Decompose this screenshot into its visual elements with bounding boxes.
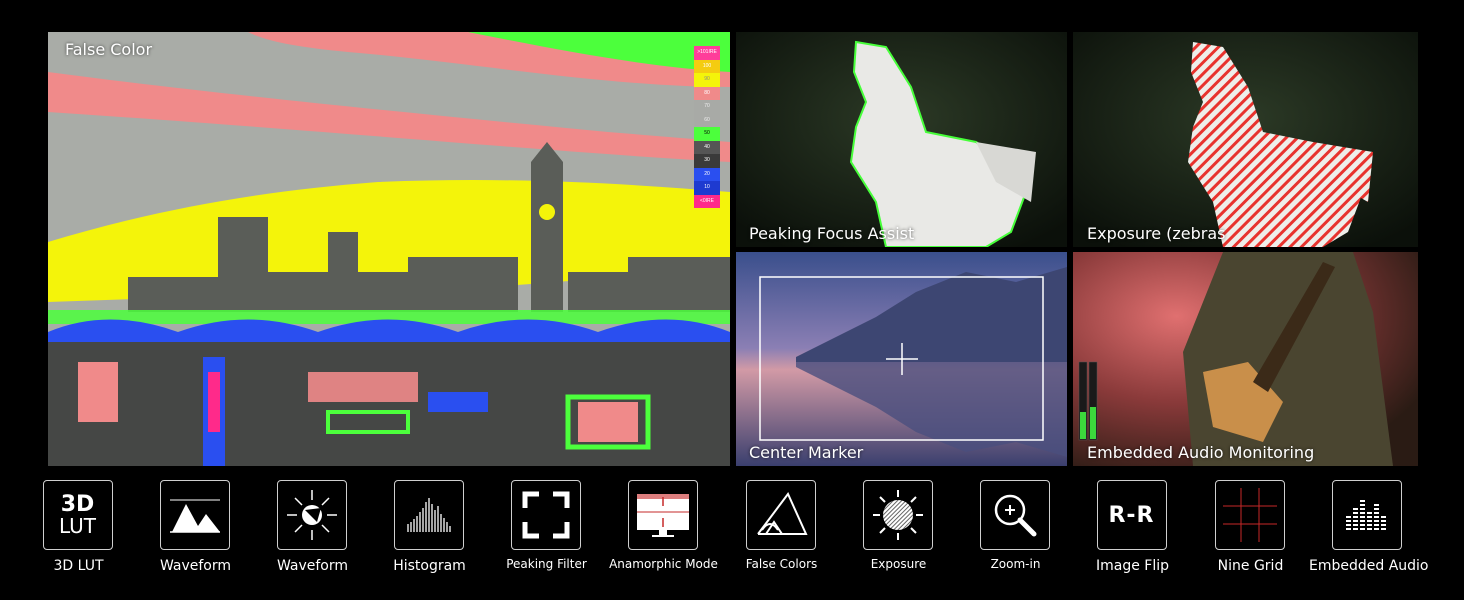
scale-step: 30 [694, 154, 720, 168]
false-color-scale: >101IRE 100 90 80 70 60 50 40 30 20 10 <… [694, 46, 720, 208]
false-color-panel: >101IRE 100 90 80 70 60 50 40 30 20 10 <… [48, 32, 730, 466]
scale-step: 50 [694, 127, 720, 141]
false-color-label: False Color [65, 40, 153, 59]
center-marker-panel: Center Marker [736, 252, 1067, 466]
embedded-audio-icon[interactable] [1331, 480, 1402, 550]
feature-label: Zoom-in [990, 557, 1041, 571]
image-flip-icon[interactable]: R-R [1096, 480, 1167, 550]
scale-step: 70 [694, 100, 720, 114]
feature-row: 3D LUT 3D LUT Waveform Waveform Histogra… [0, 478, 1464, 600]
feature-label: Anamorphic Mode [609, 557, 718, 571]
feature-label: Embedded Audio [1309, 558, 1429, 574]
3d-lut-icon-text-bottom: LUT [58, 514, 96, 539]
histogram-icon[interactable] [393, 480, 464, 550]
scale-step: <0IRE [694, 194, 720, 208]
landscape-image [736, 252, 1067, 466]
scale-step: 60 [694, 113, 720, 127]
peaking-focus-panel: Peaking Focus Assist [736, 32, 1067, 247]
waveform-icon[interactable] [159, 480, 230, 550]
peaking-horse-image [736, 32, 1067, 247]
false-colors-icon[interactable] [745, 480, 816, 550]
exposure-zebras-panel: Exposure (zebras [1073, 32, 1418, 247]
scale-step: 40 [694, 140, 720, 154]
scale-step: 80 [694, 86, 720, 100]
feature-label: Histogram [393, 558, 466, 574]
anamorphic-mode-icon[interactable] [627, 480, 698, 550]
audio-monitoring-label: Embedded Audio Monitoring [1087, 443, 1315, 462]
image-flip-icon-text: R-R [1108, 502, 1155, 528]
center-marker-label: Center Marker [749, 443, 864, 462]
vectorscope-icon[interactable] [276, 480, 347, 550]
feature-label: False Colors [745, 557, 818, 571]
3d-lut-icon-text-top: 3D [60, 491, 95, 517]
scale-step: 90 [694, 73, 720, 87]
peaking-focus-label: Peaking Focus Assist [749, 224, 915, 243]
feature-anamorphic-mode[interactable]: Anamorphic Mode [605, 478, 722, 600]
feature-label: Waveform [276, 558, 349, 574]
feature-zoom-in[interactable]: Zoom-in [957, 478, 1074, 600]
false-color-image [48, 32, 730, 466]
scale-step: 20 [694, 167, 720, 181]
feature-3d-lut[interactable]: 3D LUT 3D LUT [20, 478, 137, 600]
exposure-zebras-label: Exposure (zebras [1087, 224, 1226, 243]
feature-label: Waveform [159, 558, 232, 574]
feature-embedded-audio[interactable]: Embedded Audio [1309, 478, 1429, 600]
guitarist-image [1073, 252, 1418, 466]
zoom-in-icon[interactable] [979, 480, 1050, 550]
feature-label: Image Flip [1095, 558, 1169, 574]
feature-label: 3D LUT [53, 558, 104, 574]
feature-vectorscope[interactable]: Waveform [254, 478, 371, 600]
feature-label: Nine Grid [1217, 558, 1284, 574]
3d-lut-icon[interactable]: 3D LUT [42, 480, 113, 550]
scale-step: 10 [694, 181, 720, 195]
feature-nine-grid[interactable]: Nine Grid [1192, 478, 1309, 600]
peaking-filter-icon[interactable] [510, 480, 581, 550]
feature-peaking-filter[interactable]: Peaking Filter [488, 478, 605, 600]
exposure-icon[interactable] [862, 480, 933, 550]
zebra-horse-image [1073, 32, 1418, 247]
scale-step: 100 [694, 59, 720, 73]
feature-exposure[interactable]: Exposure [840, 478, 957, 600]
feature-image-flip[interactable]: R-R Image Flip [1074, 478, 1191, 600]
feature-false-colors[interactable]: False Colors [723, 478, 840, 600]
feature-histogram[interactable]: Histogram [371, 478, 488, 600]
scale-step: >101IRE [694, 46, 720, 60]
feature-label: Peaking Filter [506, 557, 587, 571]
feature-waveform[interactable]: Waveform [137, 478, 254, 600]
nine-grid-icon[interactable] [1214, 480, 1285, 550]
audio-monitoring-panel: Embedded Audio Monitoring [1073, 252, 1418, 466]
feature-label: Exposure [870, 557, 927, 571]
